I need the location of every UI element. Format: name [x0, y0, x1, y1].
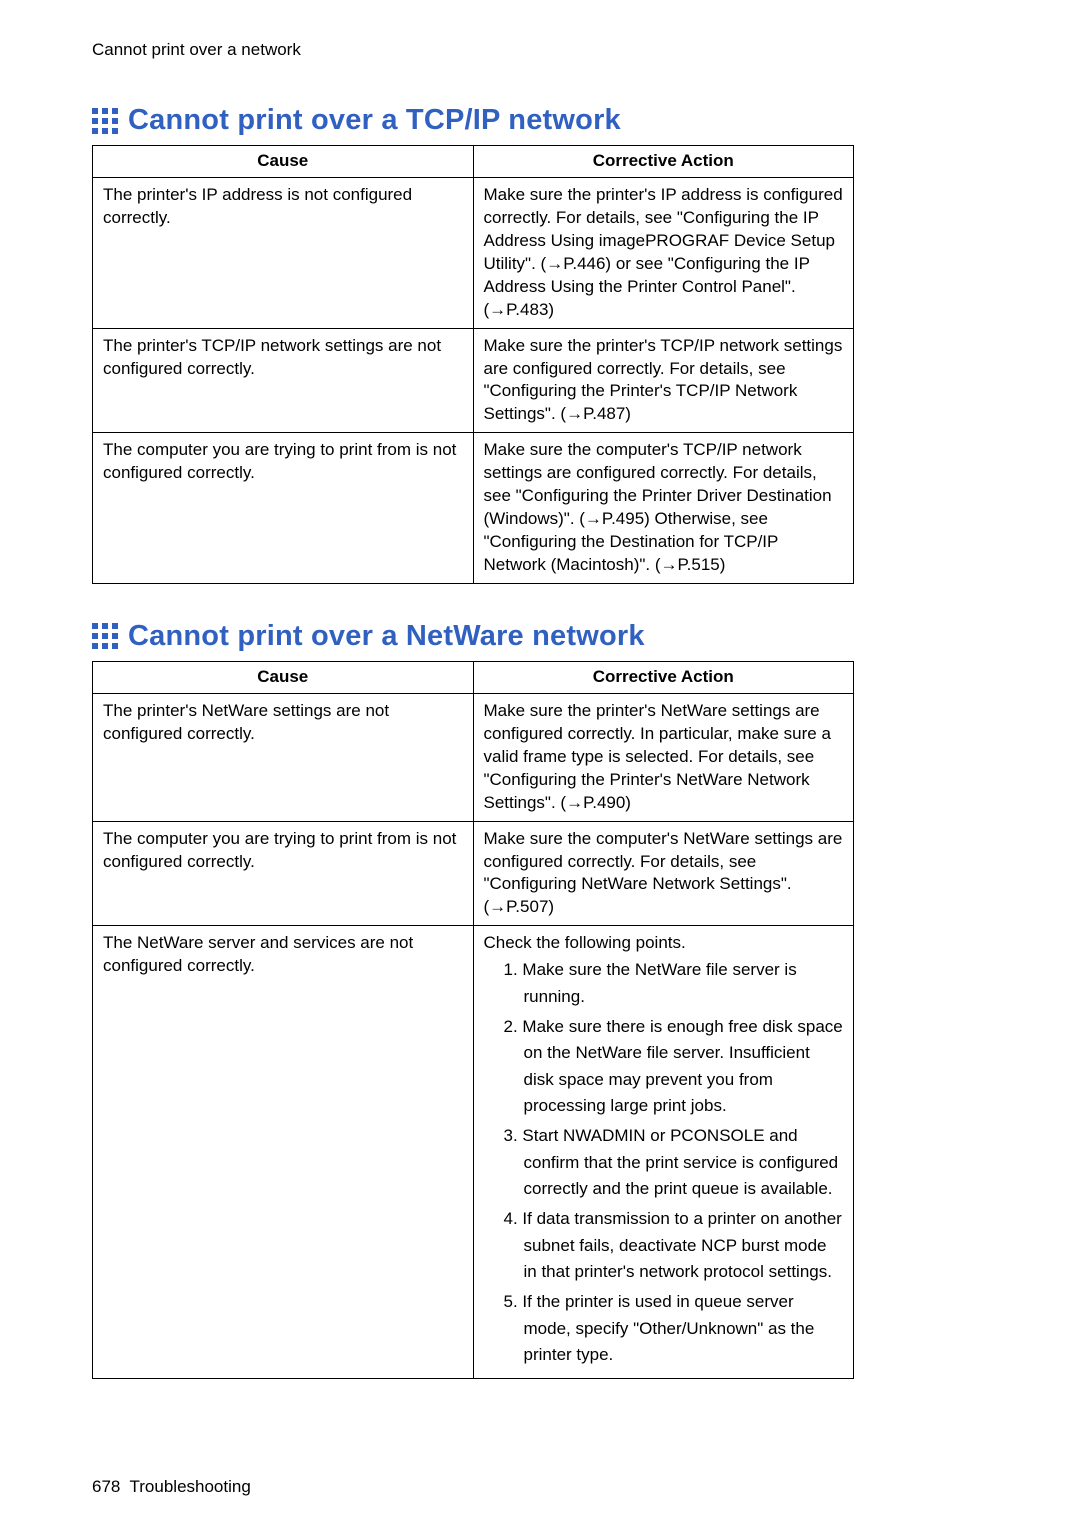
header-action: Corrective Action — [473, 661, 854, 693]
running-head: Cannot print over a network — [92, 40, 988, 60]
table-row: The computer you are trying to print fro… — [93, 821, 854, 926]
section-title: Cannot print over a TCP/IP network — [128, 104, 621, 137]
table-header-row: Cause Corrective Action — [93, 661, 854, 693]
table-tcpip: Cause Corrective Action The printer's IP… — [92, 145, 854, 584]
cell-action: Check the following points. Make sure th… — [473, 926, 854, 1379]
section-grid-icon — [92, 623, 118, 649]
cell-cause: The printer's TCP/IP network settings ar… — [93, 328, 474, 433]
cell-action: Make sure the computer's TCP/IP network … — [473, 433, 854, 584]
section-grid-icon — [92, 108, 118, 134]
table-row: The computer you are trying to print fro… — [93, 433, 854, 584]
page-number: 678 — [92, 1477, 120, 1496]
header-action: Corrective Action — [473, 146, 854, 178]
action-list: Make sure the NetWare file server is run… — [484, 957, 844, 1368]
list-item: Make sure there is enough free disk spac… — [504, 1014, 844, 1119]
table-netware: Cause Corrective Action The printer's Ne… — [92, 661, 854, 1379]
cell-cause: The printer's NetWare settings are not c… — [93, 693, 474, 821]
list-item: Start NWADMIN or PCONSOLE and confirm th… — [504, 1123, 844, 1202]
table-row: The printer's NetWare settings are not c… — [93, 693, 854, 821]
header-cause: Cause — [93, 661, 474, 693]
list-item: If the printer is used in queue server m… — [504, 1289, 844, 1368]
list-item: Make sure the NetWare file server is run… — [504, 957, 844, 1010]
page-footer: 678 Troubleshooting — [92, 1477, 251, 1497]
action-intro: Check the following points. — [484, 932, 844, 955]
cell-cause: The computer you are trying to print fro… — [93, 433, 474, 584]
section-heading-netware: Cannot print over a NetWare network — [92, 620, 988, 653]
section-heading-tcpip: Cannot print over a TCP/IP network — [92, 104, 988, 137]
cell-action: Make sure the computer's NetWare setting… — [473, 821, 854, 926]
section-title: Cannot print over a NetWare network — [128, 620, 645, 653]
footer-section: Troubleshooting — [130, 1477, 251, 1496]
cell-cause: The computer you are trying to print fro… — [93, 821, 474, 926]
cell-cause: The NetWare server and services are not … — [93, 926, 474, 1379]
list-item: If data transmission to a printer on ano… — [504, 1206, 844, 1285]
table-header-row: Cause Corrective Action — [93, 146, 854, 178]
page: Cannot print over a network Cannot print… — [0, 0, 1080, 1527]
table-row: The printer's IP address is not configur… — [93, 177, 854, 328]
table-row: The printer's TCP/IP network settings ar… — [93, 328, 854, 433]
cell-cause: The printer's IP address is not configur… — [93, 177, 474, 328]
cell-action: Make sure the printer's TCP/IP network s… — [473, 328, 854, 433]
table-row: The NetWare server and services are not … — [93, 926, 854, 1379]
cell-action: Make sure the printer's NetWare settings… — [473, 693, 854, 821]
header-cause: Cause — [93, 146, 474, 178]
cell-action: Make sure the printer's IP address is co… — [473, 177, 854, 328]
